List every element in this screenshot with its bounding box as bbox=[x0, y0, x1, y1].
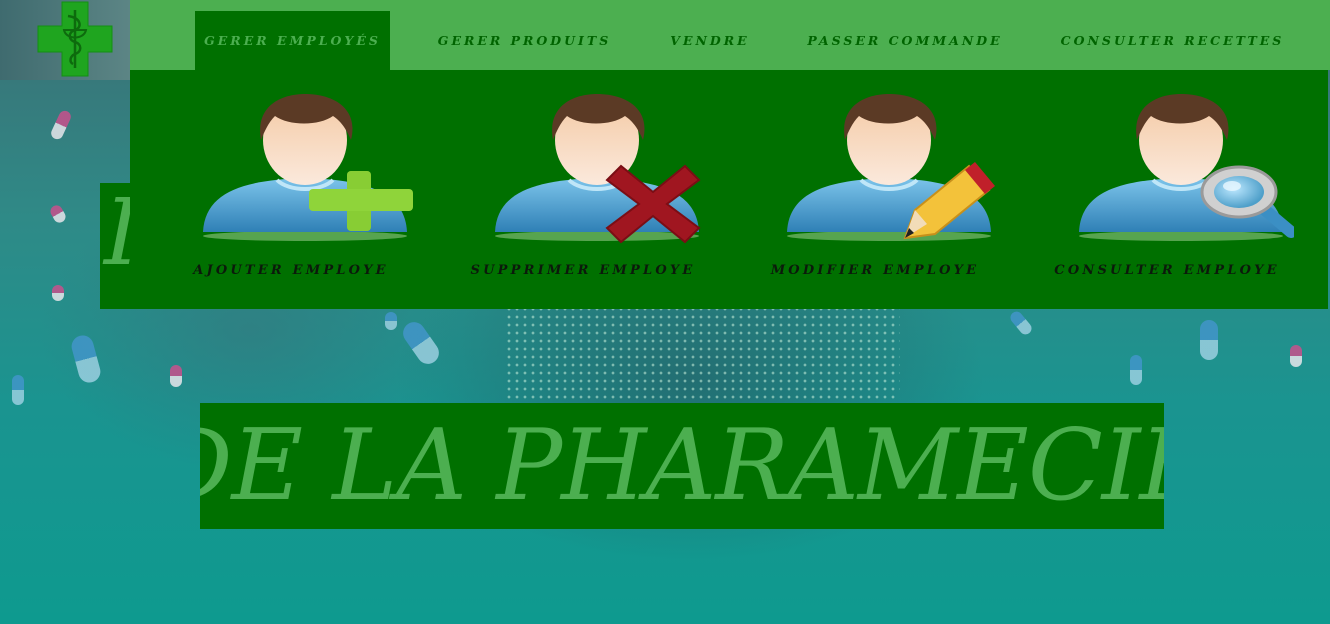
background-capsule bbox=[52, 285, 64, 301]
background-capsule bbox=[170, 365, 182, 387]
dropdown-item-consulter-employe[interactable]: CONSULTER EMPLOYE bbox=[1021, 70, 1313, 309]
background-capsule bbox=[398, 317, 444, 369]
nav-item-gerer-produits[interactable]: GERER PRODUITS bbox=[422, 11, 627, 70]
dropdown-item-supprimer-employe[interactable]: SUPPRIMER EMPLOYE bbox=[437, 70, 729, 309]
background-capsule bbox=[69, 332, 103, 386]
hero-banner: DE LA PHARAMECIE bbox=[200, 403, 1164, 529]
delete-user-icon bbox=[495, 94, 701, 244]
employee-dropdown-menu: AJOUTER EMPLOYE SUPPRIMER EMPLOYE MODIFI… bbox=[130, 70, 1328, 309]
nav-item-passer-commande[interactable]: PASSER COMMANDE bbox=[800, 11, 1010, 70]
edit-user-icon bbox=[787, 94, 995, 241]
background-capsule bbox=[1130, 355, 1142, 385]
dropdown-item-label: CONSULTER EMPLOYE bbox=[1054, 263, 1280, 278]
pharmacy-cross-icon bbox=[37, 1, 113, 77]
background-capsule bbox=[1290, 345, 1302, 367]
dropdown-item-label: SUPPRIMER EMPLOYE bbox=[470, 263, 696, 278]
background-capsule bbox=[1008, 309, 1034, 337]
nav-item-vendre[interactable]: VENDRE bbox=[660, 11, 760, 70]
background-capsule bbox=[48, 203, 68, 225]
nav-item-gerer-employes[interactable]: GERER EMPLOYÉS bbox=[195, 11, 390, 70]
dropdown-item-label: MODIFIER EMPLOYE bbox=[770, 263, 980, 278]
background-capsule bbox=[49, 108, 73, 142]
nav-item-consulter-recettes[interactable]: CONSULTER RECETTES bbox=[1055, 11, 1290, 70]
add-user-icon bbox=[203, 94, 413, 241]
background-capsule bbox=[385, 312, 397, 330]
dropdown-item-label: AJOUTER EMPLOYE bbox=[193, 263, 389, 278]
pharmacy-logo bbox=[0, 0, 130, 80]
dropdown-item-modifier-employe[interactable]: MODIFIER EMPLOYE bbox=[729, 70, 1021, 309]
background-keyboard bbox=[505, 305, 900, 400]
background-capsule bbox=[1200, 320, 1218, 360]
background-capsule bbox=[12, 375, 24, 405]
main-navbar: GERER EMPLOYÉS GERER PRODUITS VENDRE PAS… bbox=[130, 0, 1330, 70]
search-user-icon bbox=[1079, 94, 1294, 241]
hero-banner-text: DE LA PHARAMECIE bbox=[200, 409, 1164, 523]
dropdown-item-ajouter-employe[interactable]: AJOUTER EMPLOYE bbox=[145, 70, 437, 309]
